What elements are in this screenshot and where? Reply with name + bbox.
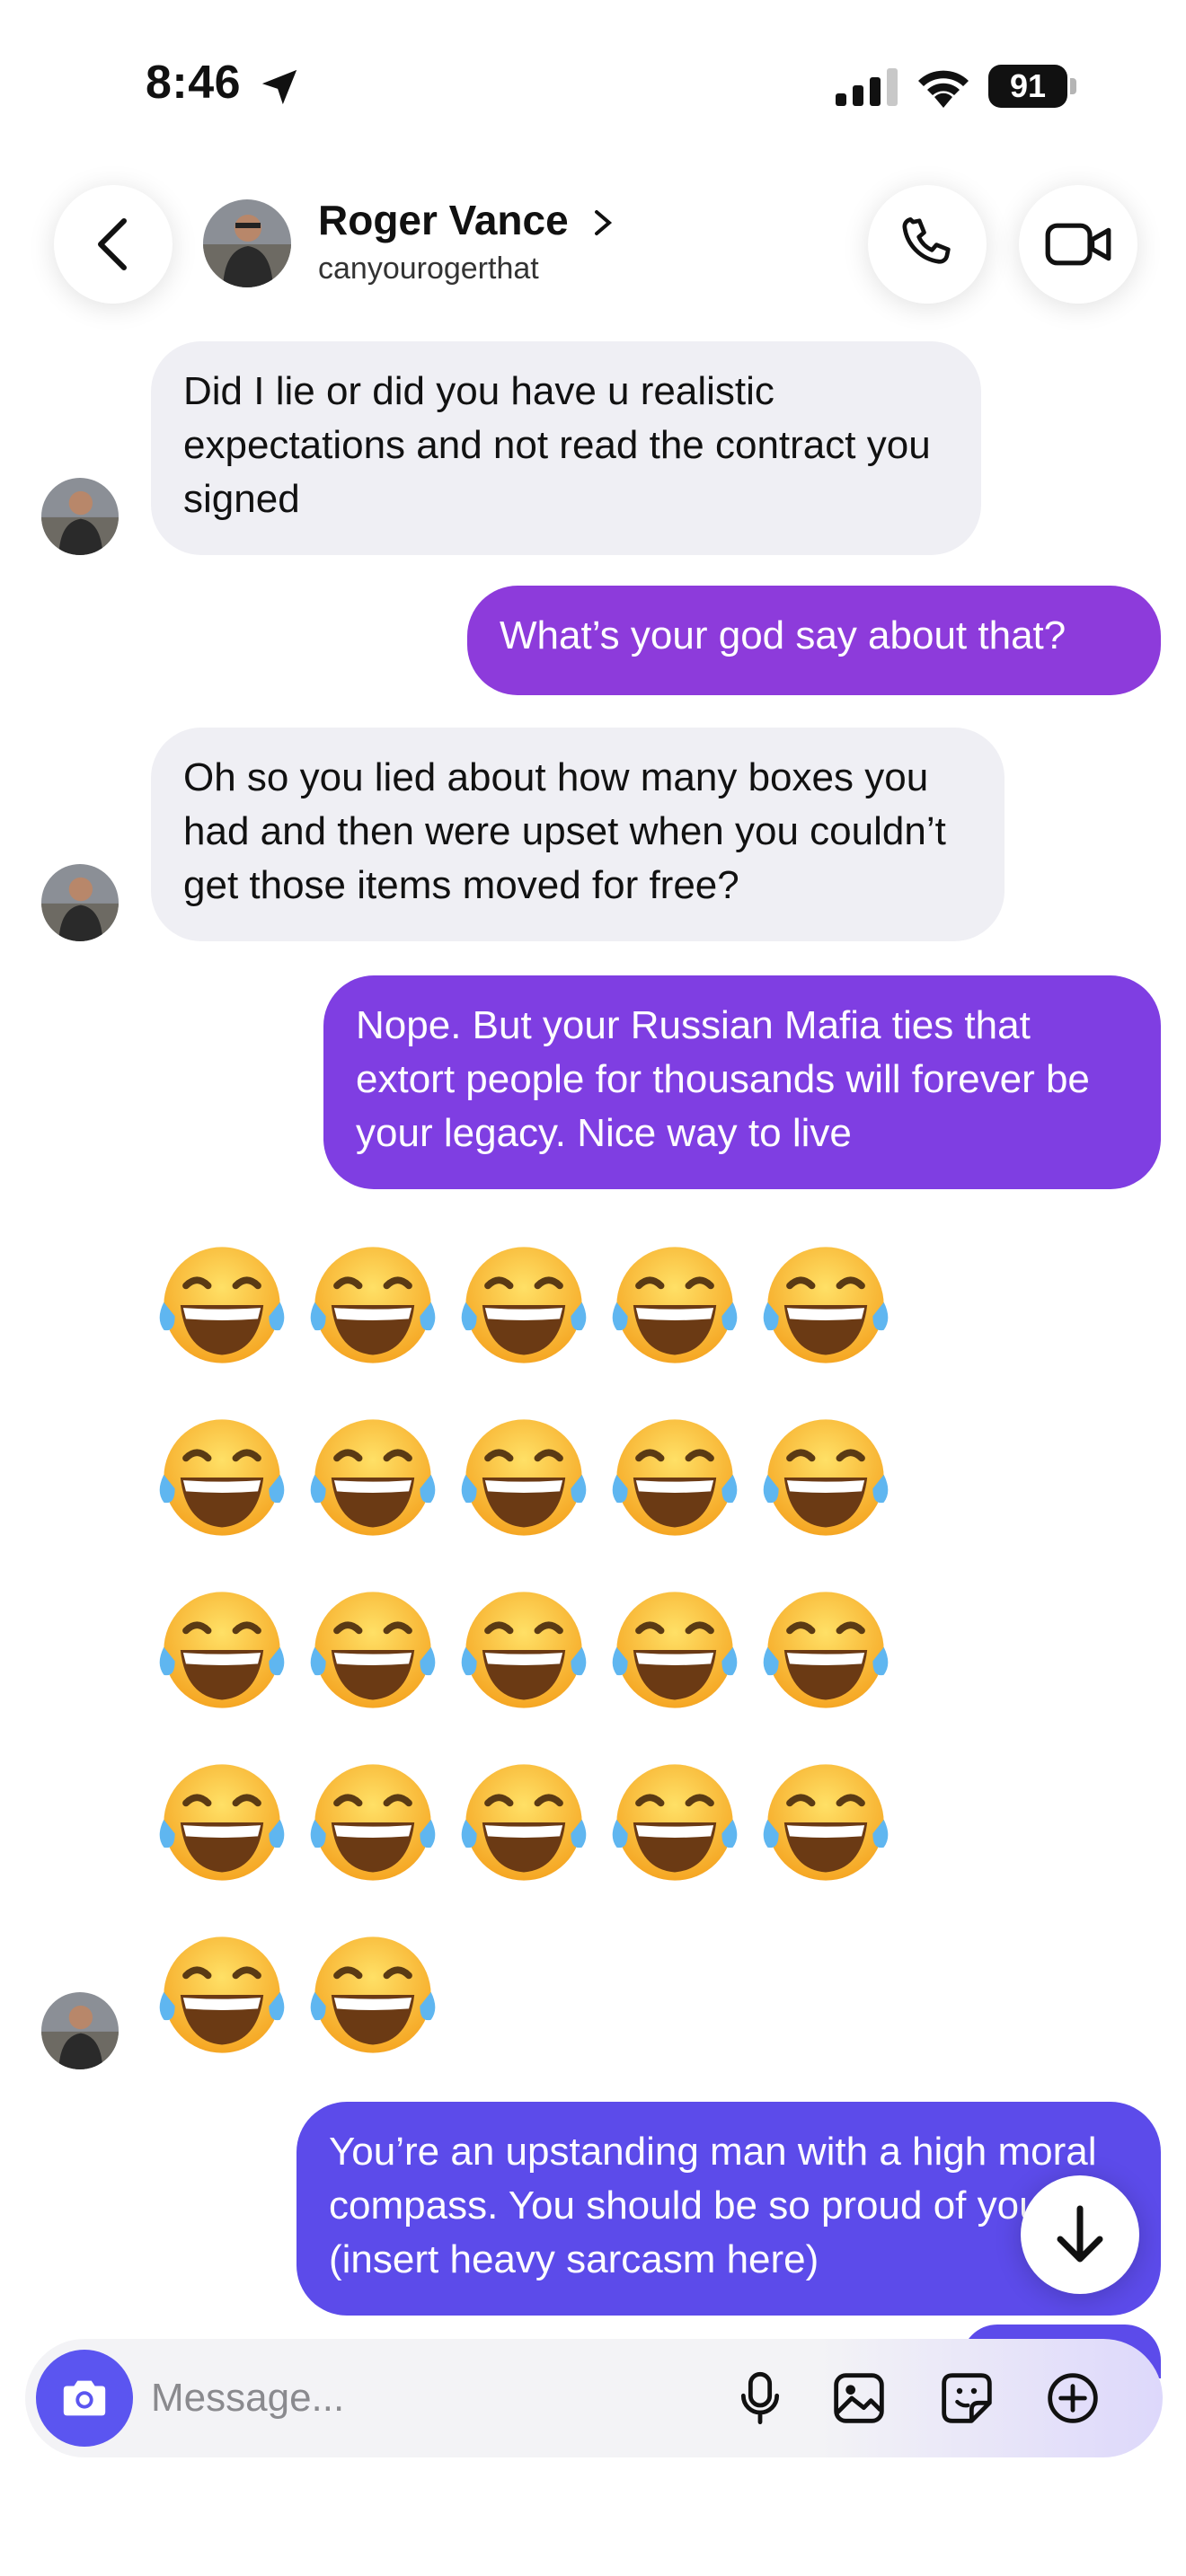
contact-name[interactable]: Roger Vance [318,196,569,244]
wifi-icon [918,70,969,108]
message-incoming[interactable]: Did I lie or did you have u realistic ex… [151,341,981,555]
phone-icon [902,216,951,264]
laughing-emoji-icon [304,1581,442,1724]
laughing-emoji-icon [304,1753,442,1896]
arrow-down-icon [1057,2205,1103,2263]
battery-level: 91 [988,65,1067,108]
chevron-right-icon[interactable] [589,205,616,241]
message-outgoing[interactable]: What’s your god say about that? [467,586,1161,695]
emoji-row [153,1581,895,1724]
message-text: What’s your god say about that? [500,613,1067,657]
back-button[interactable] [54,185,173,304]
sender-avatar[interactable] [41,478,119,555]
laughing-emoji-icon [757,1581,895,1724]
video-call-button[interactable] [1019,185,1137,304]
emoji-row [153,1926,442,2069]
laughing-emoji-icon [606,1581,744,1724]
message-text: Nope. But your Russian Mafia ties that e… [356,1003,1090,1155]
laughing-emoji-icon [455,1753,593,1896]
laughing-emoji-icon [455,1408,593,1551]
contact-avatar[interactable] [203,199,291,287]
gallery-icon[interactable] [830,2369,888,2427]
laughing-emoji-icon [153,1926,291,2069]
emoji-row [153,1408,895,1551]
emoji-row [153,1236,895,1379]
message-composer [25,2339,1163,2457]
message-incoming[interactable]: Oh so you lied about how many boxes you … [151,728,1005,941]
sticker-icon[interactable] [938,2369,996,2427]
message-text: Oh so you lied about how many boxes you … [183,755,946,907]
battery-indicator: 91 [988,65,1078,108]
laughing-emoji-icon [153,1753,291,1896]
message-text: You’re an upstanding man with a high mor… [329,2130,1116,2281]
laughing-emoji-icon [304,1926,442,2069]
voice-call-button[interactable] [868,185,987,304]
chat-header: Roger Vance canyourogerthat [0,162,1186,341]
laughing-emoji-icon [455,1236,593,1379]
laughing-emoji-icon [606,1408,744,1551]
contact-handle: canyourogerthat [318,251,539,286]
video-camera-icon [1045,223,1111,266]
signal-icon [836,68,898,106]
status-bar: 8:46 91 [0,0,1186,162]
laughing-emoji-icon [153,1581,291,1724]
sender-avatar[interactable] [41,864,119,941]
scroll-to-bottom-button[interactable] [1021,2175,1139,2294]
message-input[interactable] [151,2366,726,2430]
emoji-row [153,1753,895,1896]
plus-circle-icon[interactable] [1044,2369,1102,2427]
laughing-emoji-icon [757,1408,895,1551]
sender-avatar[interactable] [41,1992,119,2069]
camera-button[interactable] [36,2350,133,2447]
laughing-emoji-icon [606,1753,744,1896]
status-time: 8:46 [146,57,242,109]
laughing-emoji-icon [757,1753,895,1896]
laughing-emoji-icon [304,1408,442,1551]
laughing-emoji-icon [304,1236,442,1379]
camera-icon [63,2380,106,2416]
location-arrow-icon [261,69,297,105]
message-text: Did I lie or did you have u realistic ex… [183,369,931,521]
laughing-emoji-icon [757,1236,895,1379]
laughing-emoji-icon [455,1581,593,1724]
laughing-emoji-icon [153,1236,291,1379]
message-outgoing[interactable]: Nope. But your Russian Mafia ties that e… [323,975,1161,1189]
back-chevron-icon [98,218,127,270]
laughing-emoji-icon [153,1408,291,1551]
microphone-icon[interactable] [731,2369,789,2427]
laughing-emoji-icon [606,1236,744,1379]
